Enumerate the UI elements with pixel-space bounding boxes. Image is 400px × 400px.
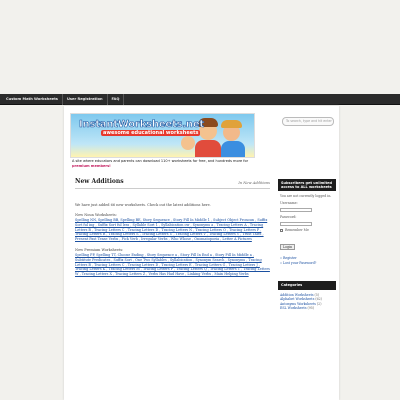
login-box-title: Subscribers get unlimited access to ALL …	[278, 179, 336, 192]
site-tagline: A site where educators and parents can d…	[72, 159, 262, 168]
noun-worksheets-label: New Noun Worksheets:	[75, 213, 117, 217]
category-name[interactable]: ESL Worksheets	[280, 306, 306, 310]
breadcrumb[interactable]: In New Additions	[238, 181, 270, 185]
nav-faq[interactable]: FAQ	[108, 94, 125, 105]
nav-user-registration[interactable]: User Registration	[63, 94, 108, 105]
intro-text: We have just added 66 new worksheets. Ch…	[75, 203, 211, 207]
premium-worksheets-links[interactable]: Spelling PP, Spelling TT, Choose Ending …	[75, 253, 270, 277]
nav-custom-math-worksheets[interactable]: Custom Math Worksheets	[2, 94, 63, 105]
noun-worksheets-links[interactable]: Spelling NN, Spelling BB, Spelling BE, S…	[75, 218, 270, 242]
post-header: New Additions In New Additions	[75, 178, 270, 189]
kid-body-1	[195, 140, 221, 157]
remember-me[interactable]: Remember Me	[280, 228, 334, 232]
sidebar: Subscribers get unlimited access to ALL …	[278, 179, 336, 311]
kid-illustration-3	[181, 136, 195, 150]
tagline-text: A site where educators and parents can d…	[72, 159, 249, 163]
category-name[interactable]: Antonyms Worksheets	[280, 302, 316, 306]
main-content: New Additions In New Additions We have j…	[75, 178, 270, 277]
category-count: (5)	[314, 292, 320, 297]
remember-label: Remember Me	[285, 228, 309, 233]
category-item[interactable]: ESL Worksheets (95)	[278, 306, 336, 311]
password-label: Password:	[280, 215, 297, 220]
categories-title: Categories	[278, 281, 336, 290]
register-link[interactable]: » Register	[280, 256, 334, 260]
page-title[interactable]: New Additions	[75, 178, 124, 185]
kid-hair-2	[221, 120, 242, 128]
login-button[interactable]: Login	[280, 244, 296, 251]
banner-tagline-badge: awesome educational worksheets	[101, 130, 201, 136]
tagline-highlight[interactable]: premium members!	[72, 164, 111, 168]
premium-worksheets-label: New Premium Worksheets:	[75, 247, 124, 252]
category-list: Addition Worksheets (5) Alphabet Workshe…	[278, 293, 336, 311]
password-field[interactable]	[280, 222, 312, 227]
category-count: (95)	[307, 306, 315, 311]
search-input[interactable]: To search, type and hit enter	[282, 117, 334, 126]
site-banner[interactable]: InstantWorksheets.net awesome educationa…	[70, 113, 255, 158]
top-nav-links: Custom Math Worksheets User Registration…	[0, 94, 400, 105]
category-count: (62)	[315, 297, 322, 302]
category-name[interactable]: Addition Worksheets	[280, 293, 314, 297]
kid-body-2	[221, 141, 245, 157]
banner-logo: InstantWorksheets.net	[79, 119, 205, 131]
username-field[interactable]	[280, 208, 312, 213]
remember-checkbox[interactable]	[280, 228, 283, 232]
login-status: You are not currently logged in.	[280, 194, 332, 199]
top-navigation-bar: Custom Math Worksheets User Registration…	[0, 94, 400, 105]
category-name[interactable]: Alphabet Worksheets	[280, 297, 314, 301]
category-count: (2)	[316, 301, 322, 306]
lost-password-link[interactable]: » Lost your Password?	[280, 261, 334, 265]
username-label: Username:	[280, 201, 298, 206]
